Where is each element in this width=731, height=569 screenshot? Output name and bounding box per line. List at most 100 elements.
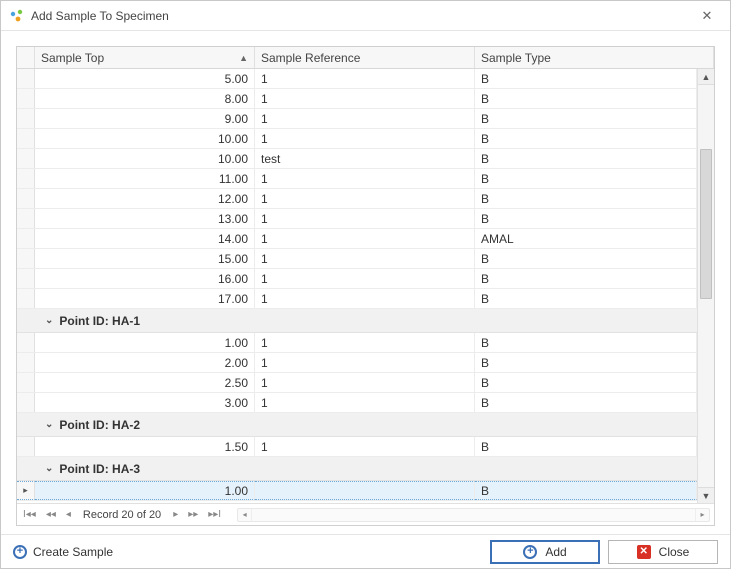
nav-prev-page-button[interactable]: ◂◂ (44, 509, 58, 520)
nav-last-button[interactable]: ▸▸I (206, 509, 223, 520)
cell-sample-type[interactable]: B (475, 89, 697, 108)
cell-sample-top[interactable]: 1.00 (35, 333, 255, 352)
cell-sample-top[interactable]: 12.00 (35, 189, 255, 208)
cell-sample-top[interactable]: 17.00 (35, 289, 255, 308)
cell-sample-top[interactable]: 15.00 (35, 249, 255, 268)
nav-first-button[interactable]: I◂◂ (21, 509, 38, 520)
close-button[interactable]: ✕ Close (608, 540, 718, 564)
cell-sample-top[interactable]: 3.00 (35, 393, 255, 412)
table-row[interactable]: 9.001B (17, 109, 697, 129)
table-row[interactable]: 5.001B (17, 69, 697, 89)
scroll-thumb[interactable] (700, 149, 712, 299)
cell-sample-type[interactable]: B (475, 109, 697, 128)
table-row[interactable]: 2.501B (17, 373, 697, 393)
cell-sample-top[interactable]: 9.00 (35, 109, 255, 128)
cell-sample-top[interactable]: 10.00 (35, 129, 255, 148)
cell-sample-reference[interactable]: test (255, 149, 475, 168)
nav-next-page-button[interactable]: ▸▸ (186, 509, 200, 520)
sort-asc-icon: ▲ (239, 53, 248, 63)
cell-sample-type[interactable]: B (475, 333, 697, 352)
hscroll-left-icon[interactable]: ◂ (238, 509, 252, 521)
cell-sample-reference[interactable]: 1 (255, 353, 475, 372)
nav-next-button[interactable]: ▸ (171, 509, 180, 520)
table-row[interactable]: 11.001B (17, 169, 697, 189)
table-row[interactable]: 14.001AMAL (17, 229, 697, 249)
cell-sample-reference[interactable]: 1 (255, 109, 475, 128)
row-gutter (17, 393, 35, 412)
table-row[interactable]: 16.001B (17, 269, 697, 289)
cell-sample-reference[interactable]: 1 (255, 69, 475, 88)
cell-sample-top[interactable]: 10.00 (35, 149, 255, 168)
cell-sample-reference[interactable]: 1 (255, 437, 475, 456)
table-row[interactable]: 1.00 B (17, 481, 697, 501)
cell-sample-reference[interactable]: 1 (255, 229, 475, 248)
cell-sample-type[interactable]: B (475, 289, 697, 308)
cell-sample-top[interactable]: 11.00 (35, 169, 255, 188)
table-row[interactable]: 10.001B (17, 129, 697, 149)
cell-sample-reference[interactable]: 1 (255, 393, 475, 412)
cell-sample-reference[interactable]: 1 (255, 289, 475, 308)
row-gutter (17, 353, 35, 372)
table-row[interactable]: 10.00testB (17, 149, 697, 169)
cell-sample-reference[interactable]: 1 (255, 89, 475, 108)
cell-sample-reference[interactable]: 1 (255, 333, 475, 352)
table-row[interactable]: 1.501B (17, 437, 697, 457)
table-row[interactable]: 1.001B (17, 333, 697, 353)
cell-sample-type[interactable]: AMAL (475, 229, 697, 248)
cell-sample-top[interactable]: 1.00 (35, 481, 255, 500)
window-close-button[interactable]: ✕ (692, 8, 722, 24)
cell-sample-type[interactable]: B (475, 129, 697, 148)
cell-sample-reference[interactable]: 1 (255, 249, 475, 268)
cell-sample-type[interactable]: B (475, 169, 697, 188)
cell-sample-reference[interactable] (255, 481, 475, 500)
cell-sample-top[interactable]: 8.00 (35, 89, 255, 108)
group-header[interactable]: ⌄Point ID: HA-2 (17, 413, 697, 437)
table-row[interactable]: 17.001B (17, 289, 697, 309)
table-row[interactable]: 13.001B (17, 209, 697, 229)
column-sample-top[interactable]: Sample Top ▲ (35, 47, 255, 68)
table-row[interactable]: 2.001B (17, 353, 697, 373)
hscroll-right-icon[interactable]: ▸ (695, 509, 709, 521)
cell-sample-type[interactable]: B (475, 353, 697, 372)
nav-prev-button[interactable]: ◂ (64, 509, 73, 520)
group-header[interactable]: ⌄Point ID: HA-1 (17, 309, 697, 333)
cell-sample-top[interactable]: 2.00 (35, 353, 255, 372)
cell-sample-top[interactable]: 1.50 (35, 437, 255, 456)
create-sample-button[interactable]: + Create Sample (13, 545, 113, 559)
cell-sample-type[interactable]: B (475, 393, 697, 412)
cell-sample-reference[interactable]: 1 (255, 209, 475, 228)
cell-sample-reference[interactable]: 1 (255, 189, 475, 208)
vertical-scrollbar[interactable]: ▲ ▼ (697, 69, 714, 503)
cell-sample-type[interactable]: B (475, 269, 697, 288)
table-row[interactable]: 15.001B (17, 249, 697, 269)
cell-sample-reference[interactable]: 1 (255, 373, 475, 392)
row-gutter (17, 289, 35, 308)
cell-sample-reference[interactable]: 1 (255, 129, 475, 148)
group-header[interactable]: ⌄Point ID: HA-3 (17, 457, 697, 481)
cell-sample-reference[interactable]: 1 (255, 269, 475, 288)
scroll-up-icon[interactable]: ▲ (698, 69, 714, 85)
table-row[interactable]: 3.001B (17, 393, 697, 413)
cell-sample-type[interactable]: B (475, 373, 697, 392)
column-sample-reference[interactable]: Sample Reference (255, 47, 475, 68)
cell-sample-top[interactable]: 5.00 (35, 69, 255, 88)
add-button[interactable]: + Add (490, 540, 600, 564)
cell-sample-type[interactable]: B (475, 189, 697, 208)
cell-sample-type[interactable]: B (475, 69, 697, 88)
cell-sample-top[interactable]: 16.00 (35, 269, 255, 288)
column-sample-type[interactable]: Sample Type (475, 47, 714, 68)
cell-sample-type[interactable]: B (475, 149, 697, 168)
cell-sample-type[interactable]: B (475, 437, 697, 456)
table-row[interactable]: 8.001B (17, 89, 697, 109)
cell-sample-top[interactable]: 2.50 (35, 373, 255, 392)
cell-sample-type[interactable]: B (475, 209, 697, 228)
cell-sample-type[interactable]: B (475, 481, 697, 500)
horizontal-scrollbar[interactable]: ◂ ▸ (237, 508, 710, 522)
table-row[interactable]: 12.001B (17, 189, 697, 209)
cell-sample-reference[interactable]: 1 (255, 169, 475, 188)
chevron-down-icon: ⌄ (45, 419, 53, 430)
cell-sample-type[interactable]: B (475, 249, 697, 268)
scroll-down-icon[interactable]: ▼ (698, 487, 714, 503)
cell-sample-top[interactable]: 14.00 (35, 229, 255, 248)
cell-sample-top[interactable]: 13.00 (35, 209, 255, 228)
